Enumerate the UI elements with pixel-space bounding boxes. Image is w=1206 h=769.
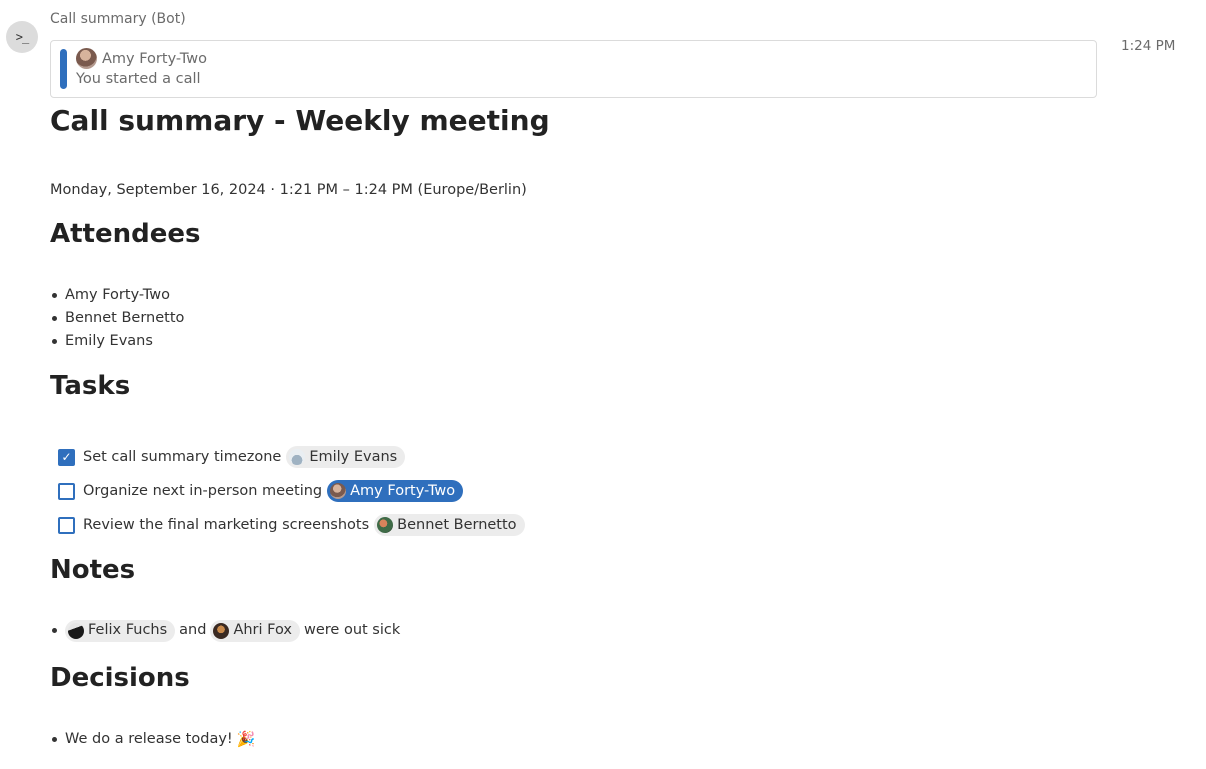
notes-list: Felix Fuchs and Ahri Fox were out sick	[52, 619, 400, 642]
task-checkbox[interactable]: ✓	[58, 448, 75, 466]
mention-label: Bennet Bernetto	[397, 517, 517, 533]
mention-label: Felix Fuchs	[88, 622, 168, 638]
emily-avatar-icon	[289, 449, 306, 465]
mention-felix-fuchs[interactable]: Felix Fuchs	[65, 619, 176, 642]
tasks-heading: Tasks	[50, 371, 131, 401]
task-list: ✓ Set call summary timezone Emily Evans …	[58, 440, 525, 542]
attendee-name: Emily Evans	[65, 333, 153, 349]
decisions-list: We do a release today! 🎉	[52, 728, 255, 751]
bennet-avatar-icon	[377, 517, 394, 533]
task-item: Review the final marketing screenshots B…	[58, 508, 525, 542]
notes-heading: Notes	[50, 555, 136, 585]
bullet-icon	[52, 316, 57, 321]
decision-text: We do a release today!	[65, 731, 233, 747]
quote-author-name: Amy Forty-Two	[102, 50, 207, 67]
party-popper-icon: 🎉	[236, 730, 256, 748]
list-item: Bennet Bernetto	[52, 307, 184, 330]
quoted-message[interactable]: Amy Forty-Two You started a call	[50, 40, 1097, 98]
mention-label: Emily Evans	[309, 449, 398, 465]
mention-label: Ahri Fox	[233, 622, 292, 638]
ahri-avatar-icon	[213, 622, 230, 639]
task-item: Organize next in-person meeting Amy Fort…	[58, 474, 525, 508]
list-item: Amy Forty-Two	[52, 284, 184, 307]
attendees-heading: Attendees	[50, 219, 201, 249]
task-text: Organize next in-person meeting	[83, 483, 323, 499]
task-checkbox[interactable]	[58, 516, 75, 534]
notes-joiner: and	[179, 622, 207, 638]
message-timestamp[interactable]: 1:24 PM	[1121, 38, 1175, 54]
meeting-date-time: Monday, September 16, 2024 · 1:21 PM – 1…	[50, 182, 527, 198]
attendee-name: Amy Forty-Two	[65, 287, 170, 303]
checkmark-icon: ✓	[61, 450, 72, 464]
bullet-icon	[52, 737, 57, 742]
mention-emily-evans[interactable]: Emily Evans	[286, 446, 406, 468]
task-text: Set call summary timezone	[83, 449, 282, 465]
bullet-icon	[52, 628, 57, 633]
amy-avatar-icon	[76, 48, 97, 69]
mention-label: Amy Forty-Two	[350, 483, 456, 499]
attendee-name: Bennet Bernetto	[65, 310, 185, 326]
felix-avatar-icon	[68, 622, 84, 639]
mention-bennet-bernetto[interactable]: Bennet Bernetto	[374, 514, 525, 536]
message-author[interactable]: Call summary (Bot)	[50, 11, 186, 27]
attendees-list: Amy Forty-Two Bennet Bernetto Emily Evan…	[52, 284, 184, 353]
chat-message: >_ Call summary (Bot) 1:24 PM Amy Forty-…	[0, 0, 1206, 769]
mention-ahri-fox[interactable]: Ahri Fox	[210, 619, 300, 642]
list-item: Emily Evans	[52, 330, 184, 353]
quote-accent-bar	[60, 49, 67, 89]
quote-text: You started a call	[76, 71, 201, 87]
bot-avatar[interactable]: >_	[6, 21, 38, 53]
list-item: Felix Fuchs and Ahri Fox were out sick	[52, 619, 400, 642]
task-checkbox[interactable]	[58, 482, 75, 500]
task-item: ✓ Set call summary timezone Emily Evans	[58, 440, 525, 474]
amy-avatar-icon	[330, 483, 347, 499]
bullet-icon	[52, 339, 57, 344]
notes-text: were out sick	[304, 622, 401, 638]
quote-author: Amy Forty-Two	[76, 48, 207, 69]
task-text: Review the final marketing screenshots	[83, 517, 370, 533]
bullet-icon	[52, 293, 57, 298]
mention-amy-forty-two[interactable]: Amy Forty-Two	[327, 480, 464, 502]
summary-title: Call summary - Weekly meeting	[50, 104, 550, 137]
decisions-heading: Decisions	[50, 663, 190, 693]
list-item: We do a release today! 🎉	[52, 728, 255, 751]
